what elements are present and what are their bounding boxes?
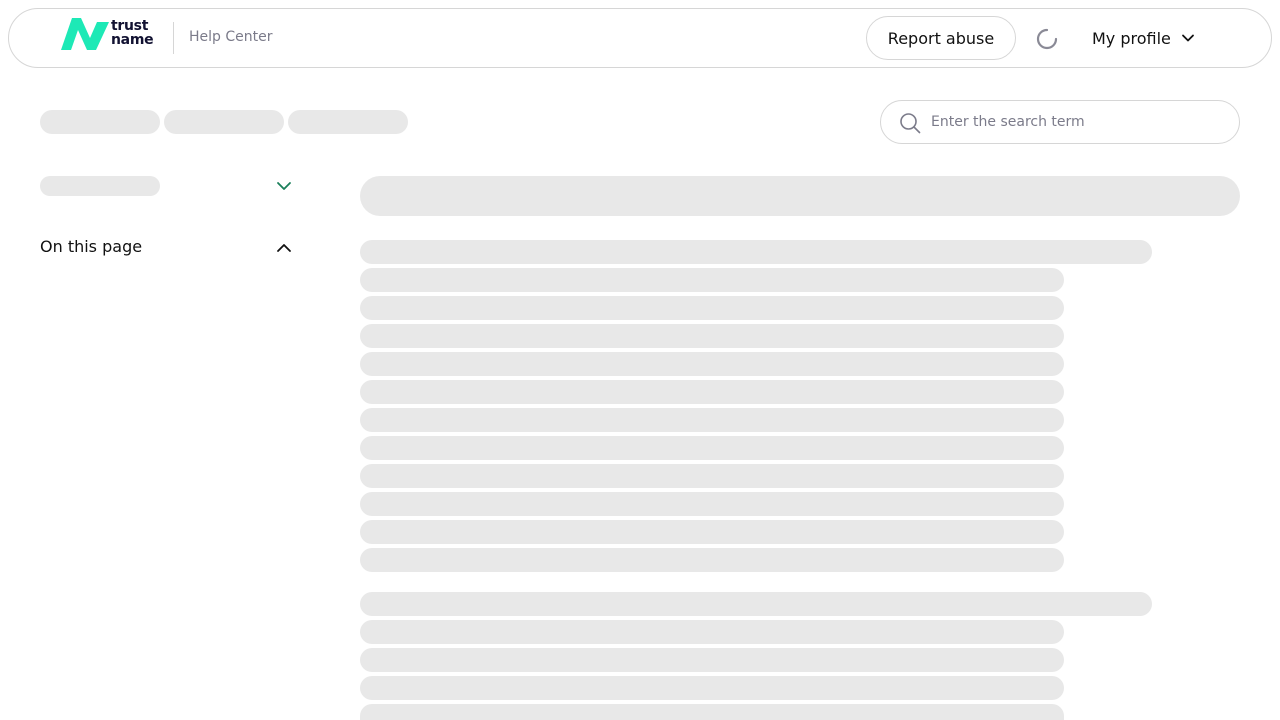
chevron-down-icon[interactable] [276, 178, 292, 194]
logo-word-name: name [111, 32, 154, 48]
chevron-up-icon[interactable] [276, 240, 292, 256]
text-line-skeleton [360, 492, 1064, 516]
logo-word-trust: trust [111, 18, 149, 34]
text-line-skeleton [360, 520, 1064, 544]
trustname-logo[interactable]: trust name [61, 18, 157, 52]
on-this-page-heading[interactable]: On this page [40, 237, 142, 256]
text-line-skeleton [360, 352, 1064, 376]
text-line-skeleton [360, 240, 1152, 264]
text-line-skeleton [360, 296, 1064, 320]
text-line-skeleton [360, 436, 1064, 460]
logo-wordmark: trust name [111, 18, 154, 48]
sidebar-section-skeleton [40, 176, 160, 196]
text-line-skeleton [360, 676, 1064, 700]
logo-divider [173, 22, 174, 54]
text-line-skeleton [360, 704, 1064, 720]
my-profile-menu[interactable]: My profile [1092, 26, 1195, 50]
text-line-skeleton [360, 324, 1064, 348]
text-line-skeleton [360, 648, 1064, 672]
breadcrumb-skeleton-1 [40, 110, 160, 134]
breadcrumb-skeleton-3 [288, 110, 408, 134]
text-line-skeleton [360, 408, 1064, 432]
text-line-skeleton [360, 268, 1064, 292]
report-abuse-button[interactable]: Report abuse [866, 16, 1016, 60]
top-header: trust name Help Center Report abuse My p… [8, 8, 1272, 68]
search-box [880, 100, 1240, 144]
text-line-skeleton [360, 592, 1152, 616]
search-icon [900, 113, 921, 134]
text-line-skeleton [360, 620, 1064, 644]
my-profile-label: My profile [1092, 28, 1171, 48]
text-line-skeleton [360, 380, 1064, 404]
text-line-skeleton [360, 548, 1064, 572]
breadcrumb-skeleton-2 [164, 110, 284, 134]
search-input[interactable] [931, 102, 1221, 142]
chevron-down-icon [1182, 34, 1194, 42]
article-title-skeleton [360, 176, 1240, 216]
spinner-icon [1036, 28, 1058, 50]
help-center-label[interactable]: Help Center [189, 29, 273, 45]
logo-mark-icon [61, 18, 109, 50]
text-line-skeleton [360, 464, 1064, 488]
